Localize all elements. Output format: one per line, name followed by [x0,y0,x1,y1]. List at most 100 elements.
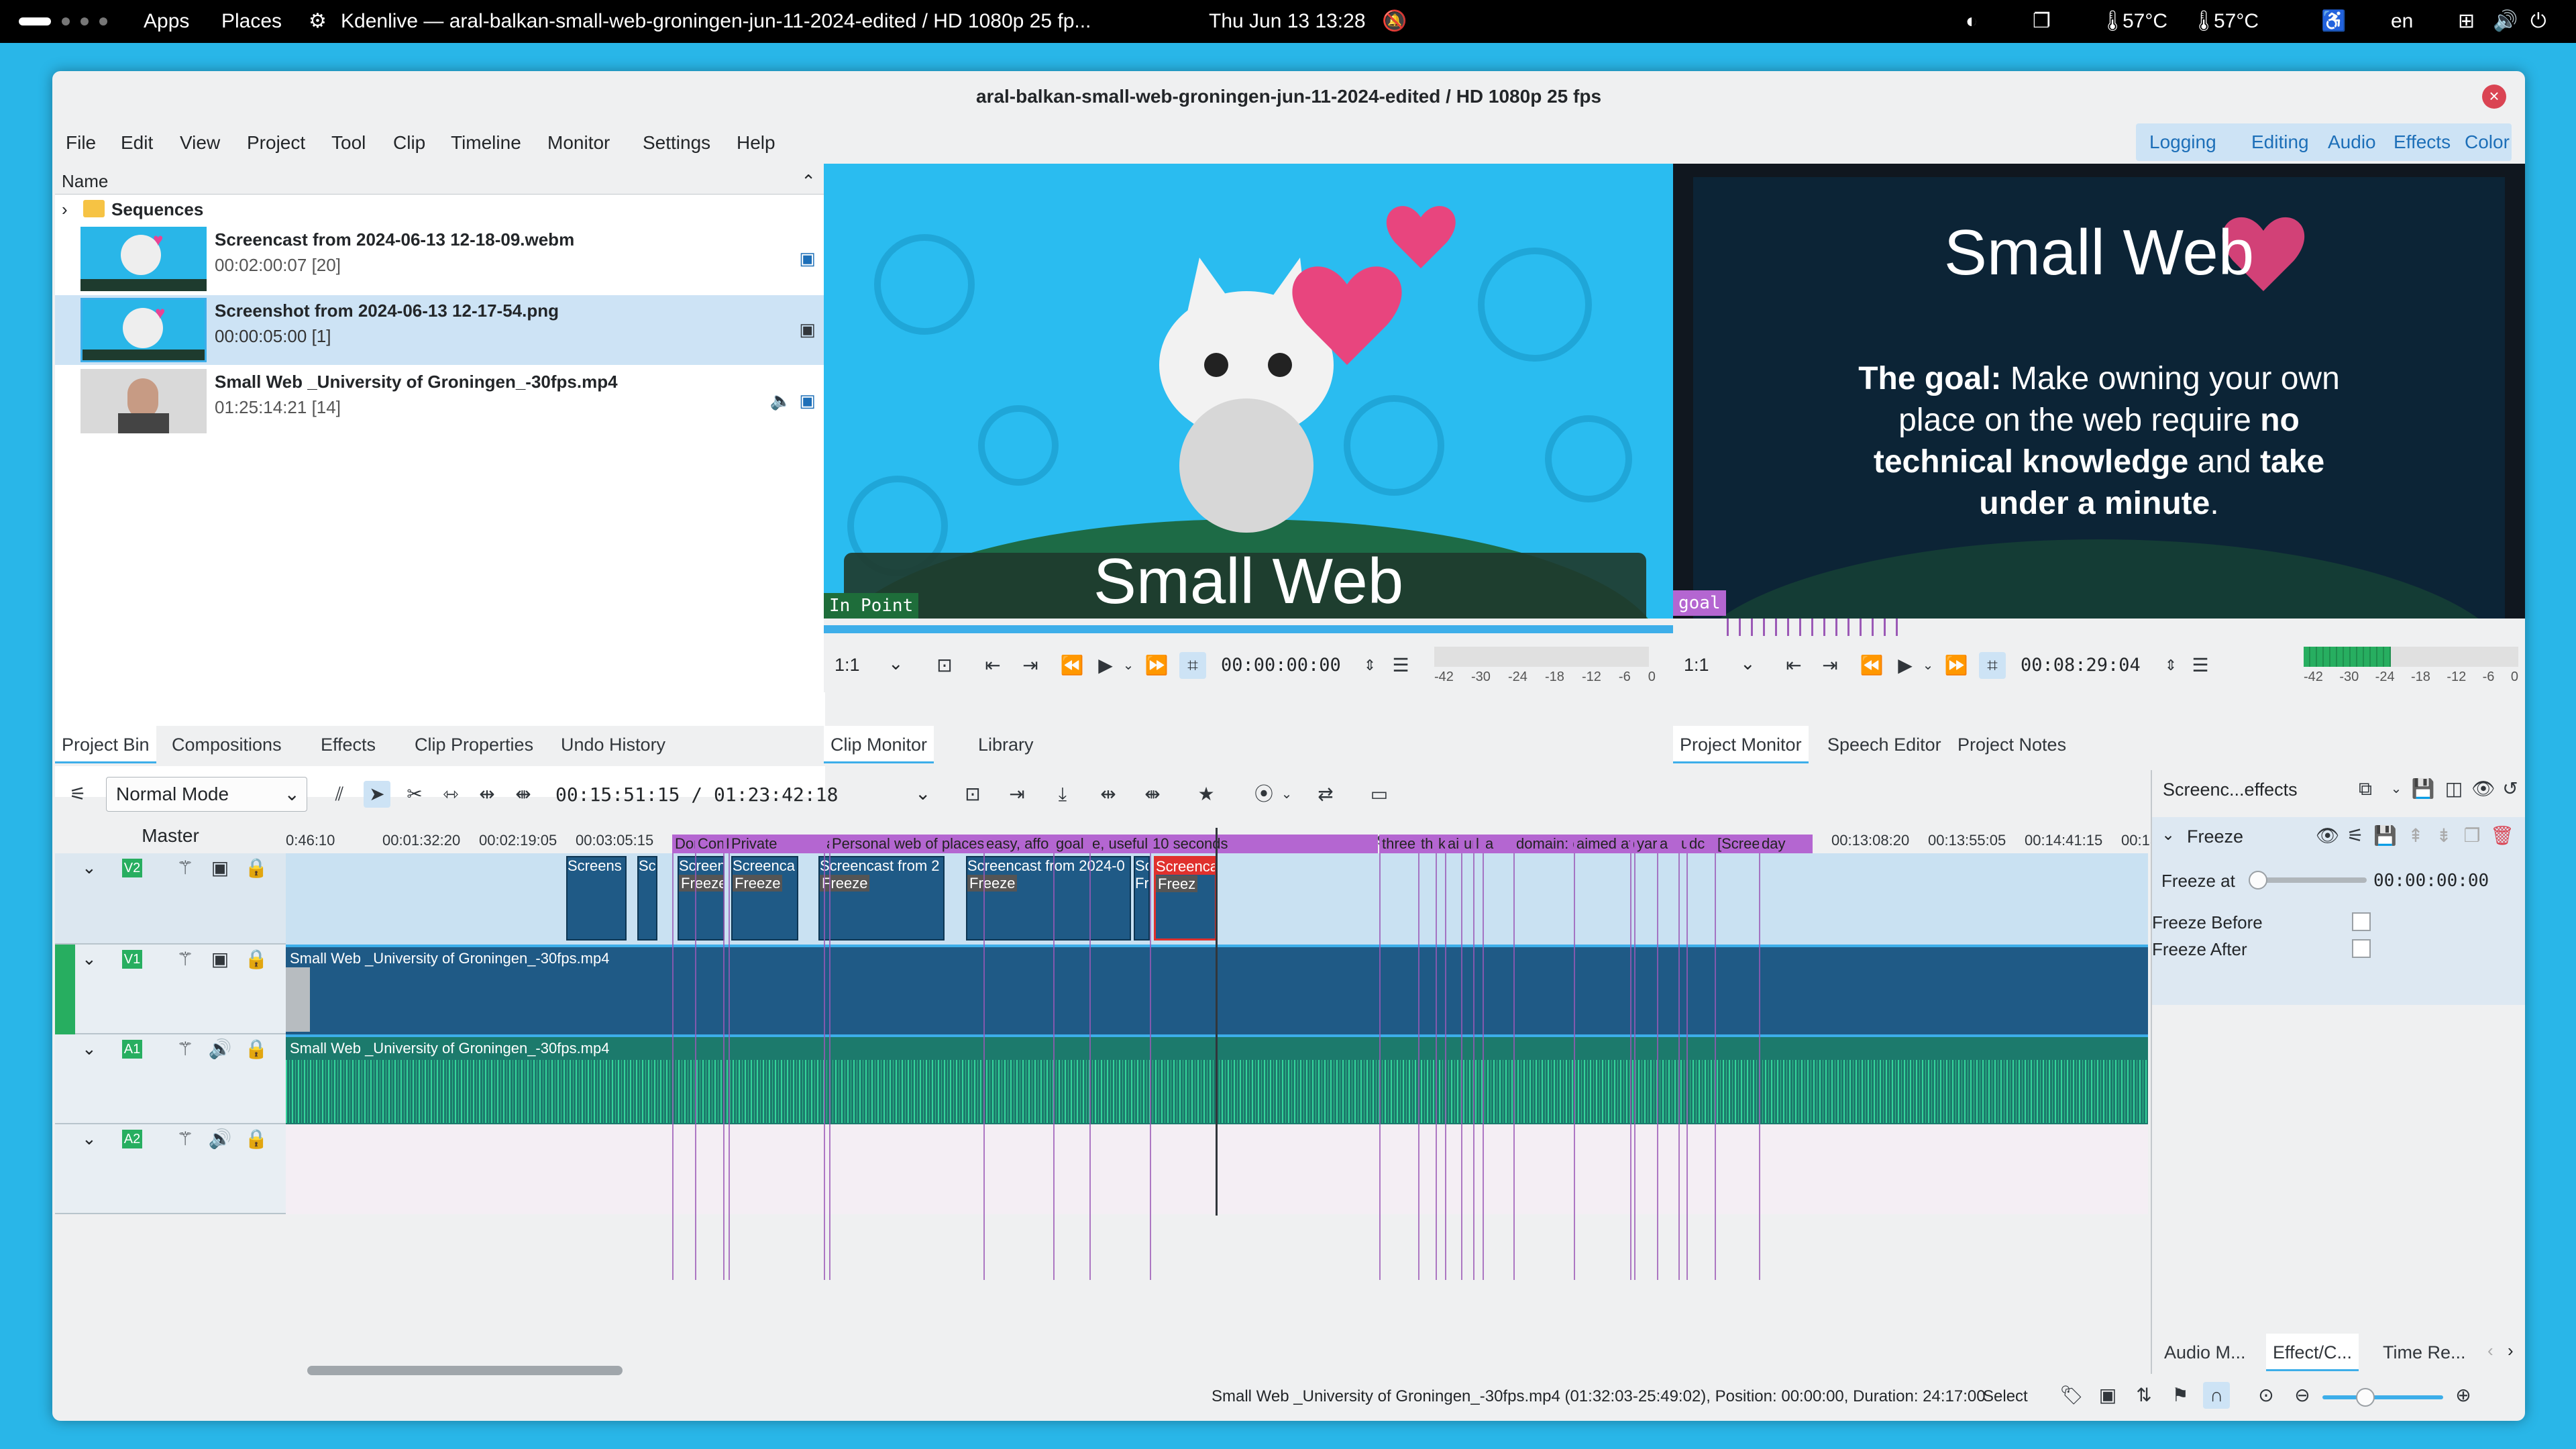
project-monitor-view[interactable]: Small Web The goal: Make owning your own… [1673,164,2525,619]
timeline-marker[interactable] [1634,853,1635,1280]
ripple-tool-icon[interactable]: ⇹ [474,781,500,808]
fit-icon[interactable]: ⊡ [931,652,958,679]
timeline-marker[interactable] [829,853,830,1280]
playhead[interactable] [1216,828,1218,1216]
record-icon[interactable]: ⦿ [1250,781,1277,808]
tab-speech-editor[interactable]: Speech Editor [1821,726,1948,763]
layout-effects[interactable]: Effects [2394,123,2451,161]
slider-handle[interactable] [2356,1388,2375,1407]
chevron-right-icon[interactable]: › [2508,1340,2514,1361]
chevron-down-icon[interactable]: ⌄ [82,857,97,878]
clip-monitor-ruler[interactable] [824,619,1673,639]
tab-clip-properties[interactable]: Clip Properties [408,726,540,763]
save-icon[interactable]: 💾 [2373,822,2397,849]
fit-zoom-icon[interactable]: ⊡ [959,781,986,808]
layout-audio[interactable]: Audio [2328,123,2376,161]
speaker-icon[interactable]: 🔊 [208,1036,232,1063]
move-up-icon[interactable]: ⇞ [2404,822,2427,849]
display-icon[interactable]: ◐ [1966,0,1978,43]
clip-monitor-view[interactable]: Small Web In Point [824,164,1673,619]
roll-tool-icon[interactable]: ⇼ [510,781,537,808]
edit-mode-select[interactable]: Normal Mode ⌄ [106,777,307,812]
marker-label[interactable]: a [1657,835,1678,853]
track-header-v1[interactable]: ⌄ V1 ⚚ ▣ 🔒 [55,945,286,1034]
timeline-marker[interactable] [1150,853,1151,1280]
tab-project-bin[interactable]: Project Bin [55,726,156,763]
timeline-marker[interactable] [1418,853,1419,1280]
timeline-marker[interactable] [695,853,696,1280]
lock-icon[interactable]: 🔒 [244,855,268,881]
master-label[interactable]: Master [55,818,286,853]
timeline-marker[interactable] [1513,853,1515,1280]
chevron-down-icon[interactable]: ⌄ [1919,652,1937,679]
zoom-select[interactable]: 1:1 [835,655,860,676]
marker-label[interactable]: dc [1686,835,1715,853]
chevron-down-icon[interactable]: ⌄ [2387,775,2406,802]
marker-label[interactable]: url [1461,835,1473,853]
marker-label[interactable]: Domain [672,835,695,853]
tab-library[interactable]: Library [971,726,1040,763]
bin-item[interactable]: Small Web _University of Groningen_-30fp… [55,366,825,436]
set-out-icon[interactable]: ⇥ [1817,652,1843,679]
tab-audio-mixer[interactable]: Audio M... [2157,1334,2253,1371]
timeline-marker[interactable] [1379,853,1381,1280]
marker-label[interactable]: Personal web of places [829,835,983,853]
mix-icon[interactable]: ⇄ [1312,781,1339,808]
timeline-marker[interactable] [1630,853,1631,1280]
menu-view[interactable]: View [180,122,220,164]
tab-clip-monitor[interactable]: Clip Monitor [824,726,934,763]
forward-icon[interactable]: ⏩ [1943,652,1970,679]
folder-sequences[interactable]: › Sequences [55,196,825,223]
freeze-at-value[interactable]: 00:00:00:00 [2373,871,2489,891]
tag-icon[interactable]: 🏷 [2058,1382,2085,1409]
clock[interactable]: Thu Jun 13 13:28 [1209,0,1366,43]
tab-undo-history[interactable]: Undo History [554,726,672,763]
network-icon[interactable]: ⊞ [2458,0,2475,43]
timeline-marker[interactable] [723,853,724,1280]
chevron-left-icon[interactable]: ‹ [2487,1340,2493,1361]
timeline-marker[interactable] [1715,853,1716,1280]
marker-label[interactable]: th [1418,835,1436,853]
razor-tool-icon[interactable]: ✂ [401,781,428,808]
zoom-in-icon[interactable]: ⊕ [2450,1382,2477,1409]
insert-icon[interactable]: ⇥ [1004,781,1030,808]
tab-project-notes[interactable]: Project Notes [1951,726,2073,763]
set-out-icon[interactable]: ⇥ [1017,652,1044,679]
timeline-marker[interactable] [729,853,730,1280]
split-icon[interactable]: ◫ [2442,775,2466,802]
freeze-after-checkbox[interactable] [2352,939,2371,958]
chevron-right-icon[interactable]: › [62,196,68,223]
move-down-icon[interactable]: ⇟ [2432,822,2455,849]
sort-icon[interactable]: ⌃ [801,168,816,195]
zoom-slider[interactable] [2322,1388,2443,1407]
chevron-down-icon[interactable]: ⌄ [915,782,930,804]
menu-tool[interactable]: Tool [331,122,366,164]
apps-menu[interactable]: Apps [144,0,189,43]
effects-wand-icon[interactable]: ⚚ [173,1036,197,1063]
marker-label[interactable]: ai [1445,835,1461,853]
track-header-a2[interactable]: ⌄ A2 ⚚ 🔊 🔒 [55,1124,286,1214]
workspace-dot[interactable] [99,17,107,25]
menu-help[interactable]: Help [737,122,775,164]
bin-column-header[interactable]: Name ⌃ [55,168,825,195]
zoom-out-icon[interactable]: ⊖ [2289,1382,2316,1409]
clip-timecode[interactable]: 00:00:00:00 [1221,655,1341,676]
marker-label[interactable]: easy, affo [983,835,1053,853]
tab-effects[interactable]: Effects [314,726,382,763]
tab-effect-composition[interactable]: Effect/C... [2266,1334,2359,1371]
track-settings-icon[interactable]: ⚟ [64,781,91,808]
reset-icon[interactable]: ↺ [2498,775,2522,802]
menu-edit[interactable]: Edit [121,122,153,164]
select-tool-icon[interactable]: ➤ [364,781,390,808]
chevron-down-icon[interactable]: ⌄ [1277,781,1296,808]
marker-label[interactable]: e, useful [1089,835,1150,853]
menu-file[interactable]: File [66,122,96,164]
freeze-before-checkbox[interactable] [2352,912,2371,931]
timeline-marker[interactable] [1686,853,1688,1280]
spin-icon[interactable]: ⇕ [2161,652,2180,679]
extract-icon[interactable]: ⇼ [1139,781,1166,808]
bin-item-selected[interactable]: ♥ Screenshot from 2024-06-13 12-17-54.pn… [55,295,825,365]
workspace-indicator[interactable] [19,17,51,25]
flag-icon[interactable]: ⚑ [2167,1382,2194,1409]
duplicate-icon[interactable]: ❐ [2461,822,2483,849]
